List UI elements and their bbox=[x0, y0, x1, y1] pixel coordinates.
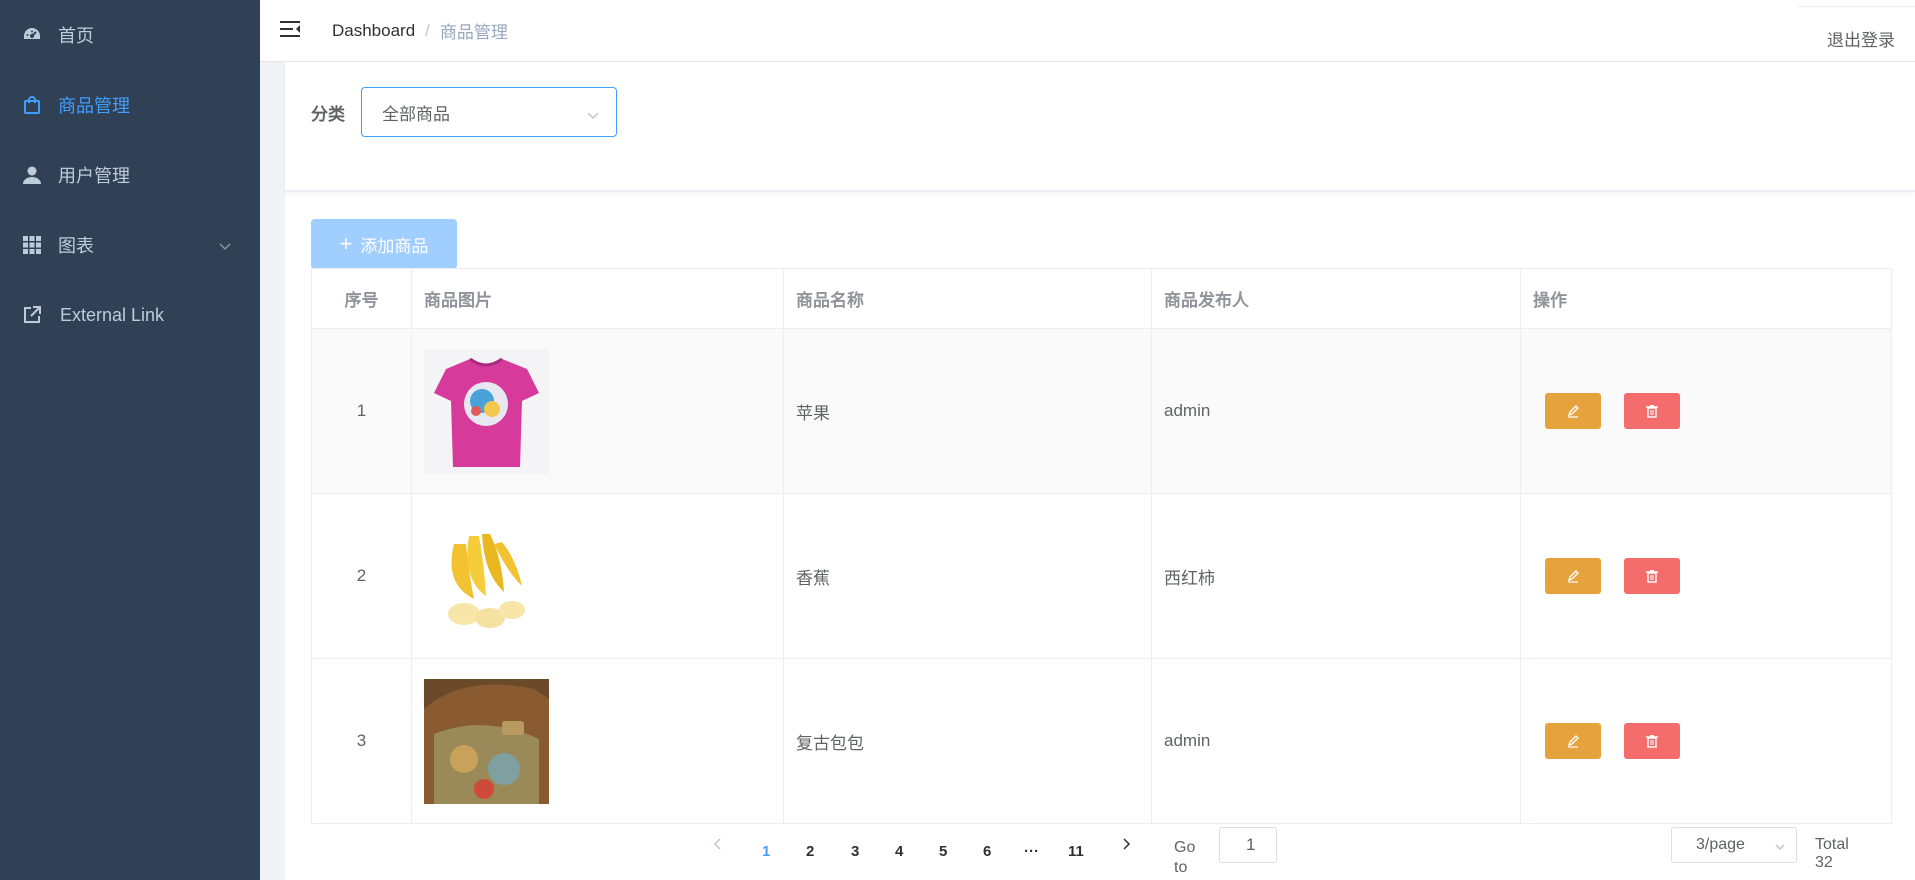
sidebar-item-home[interactable]: 首页 bbox=[0, 0, 260, 70]
edit-button[interactable] bbox=[1545, 558, 1601, 594]
delete-button[interactable] bbox=[1624, 723, 1680, 759]
page-number[interactable]: 5 bbox=[939, 843, 947, 860]
next-page-button[interactable] bbox=[1120, 836, 1132, 857]
sidebar-item-products[interactable]: 商品管理 bbox=[0, 70, 260, 140]
product-image-vintage-bag bbox=[424, 678, 549, 804]
row-image-cell bbox=[411, 328, 784, 494]
trash-icon bbox=[1646, 735, 1658, 748]
edit-icon bbox=[1567, 735, 1579, 748]
row-publisher: admin bbox=[1151, 658, 1521, 824]
row-actions bbox=[1520, 328, 1892, 494]
total-count: Total 32 bbox=[1815, 836, 1849, 871]
row-image-cell bbox=[411, 658, 784, 824]
delete-button[interactable] bbox=[1624, 393, 1680, 429]
row-actions bbox=[1520, 493, 1892, 659]
breadcrumb-dashboard[interactable]: Dashboard bbox=[332, 21, 415, 41]
page-number[interactable]: 3 bbox=[851, 843, 859, 860]
add-product-button[interactable]: + 添加商品 bbox=[311, 219, 457, 269]
breadcrumb-current: 商品管理 bbox=[439, 23, 508, 42]
edit-button[interactable] bbox=[1545, 723, 1601, 759]
product-image-bananas bbox=[424, 513, 549, 639]
main-content: 分类 全部商品 + 添加商品 序号 商品图片 商品名称 商品发布人 操作 1 苹… bbox=[285, 62, 1915, 880]
row-publisher: admin bbox=[1151, 328, 1521, 494]
page-number[interactable]: 6 bbox=[983, 843, 991, 860]
edit-icon bbox=[1567, 405, 1579, 418]
table-row: 2 香蕉 西红柿 bbox=[311, 493, 1892, 659]
trash-icon bbox=[1646, 570, 1658, 583]
sidebar-item-label: 商品管理 bbox=[58, 96, 130, 116]
row-index: 2 bbox=[311, 493, 412, 659]
grid-icon bbox=[22, 235, 42, 255]
goto-page-input[interactable]: 1 bbox=[1219, 827, 1277, 863]
goto-label: Go to bbox=[1174, 839, 1196, 876]
edit-icon bbox=[1567, 570, 1579, 583]
table-header-row: 序号 商品图片 商品名称 商品发布人 操作 bbox=[311, 268, 1892, 329]
row-actions bbox=[1520, 658, 1892, 824]
hamburger-icon[interactable] bbox=[280, 18, 302, 40]
row-image-cell bbox=[411, 493, 784, 659]
chevron-right-icon bbox=[1123, 838, 1131, 850]
plus-icon: + bbox=[339, 231, 353, 256]
sidebar-item-label: 用户管理 bbox=[58, 166, 130, 186]
category-select[interactable]: 全部商品 bbox=[361, 87, 617, 137]
sidebar-item-external-link[interactable]: External Link bbox=[0, 280, 260, 350]
dashboard-icon bbox=[22, 25, 42, 45]
chevron-left-icon bbox=[713, 838, 721, 850]
page-size-value: 3/page bbox=[1696, 836, 1745, 853]
breadcrumb: Dashboard / 商品管理 bbox=[332, 18, 508, 43]
category-label: 分类 bbox=[311, 105, 345, 124]
sidebar-item-users[interactable]: 用户管理 bbox=[0, 140, 260, 210]
column-header-index: 序号 bbox=[311, 268, 412, 329]
chevron-down-icon bbox=[1774, 840, 1786, 858]
trash-icon bbox=[1646, 405, 1658, 418]
breadcrumb-separator: / bbox=[425, 20, 430, 40]
page-number[interactable]: 1 bbox=[762, 843, 770, 860]
product-image-tshirt bbox=[424, 348, 549, 474]
sidebar-item-label: 首页 bbox=[58, 26, 94, 46]
user-icon bbox=[22, 165, 42, 185]
column-header-publisher: 商品发布人 bbox=[1151, 268, 1521, 329]
table-row: 3 复古包包 admin bbox=[311, 658, 1892, 824]
column-header-actions: 操作 bbox=[1520, 268, 1892, 329]
navbar: Dashboard / 商品管理 退出登录 bbox=[260, 0, 1915, 62]
page-number[interactable]: 4 bbox=[895, 843, 903, 860]
add-product-label: 添加商品 bbox=[360, 236, 429, 256]
row-product-name: 苹果 bbox=[783, 328, 1152, 494]
chevron-down-icon bbox=[218, 236, 232, 257]
page-ellipsis[interactable]: ··· bbox=[1024, 843, 1039, 860]
row-index: 3 bbox=[311, 658, 412, 824]
page-number[interactable]: 11 bbox=[1068, 843, 1084, 860]
row-product-name: 复古包包 bbox=[783, 658, 1152, 824]
divider bbox=[1798, 6, 1915, 7]
product-table: 序号 商品图片 商品名称 商品发布人 操作 1 苹果 admin 2 香蕉 西红… bbox=[311, 268, 1892, 824]
filter-card: 分类 全部商品 bbox=[285, 62, 1915, 192]
sidebar-item-label: 图表 bbox=[58, 236, 94, 256]
row-index: 1 bbox=[311, 328, 412, 494]
prev-page-button[interactable] bbox=[712, 836, 724, 857]
column-header-image: 商品图片 bbox=[411, 268, 784, 329]
shopping-bag-icon bbox=[22, 95, 42, 115]
page-size-select[interactable]: 3/page bbox=[1671, 827, 1797, 863]
sidebar-item-label: External Link bbox=[60, 304, 165, 325]
sidebar-item-charts[interactable]: 图表 bbox=[0, 210, 260, 280]
edit-button[interactable] bbox=[1545, 393, 1601, 429]
external-link-icon bbox=[22, 305, 42, 325]
column-header-name: 商品名称 bbox=[783, 268, 1152, 329]
table-row: 1 苹果 admin bbox=[311, 328, 1892, 494]
logout-button[interactable]: 退出登录 bbox=[1827, 26, 1895, 51]
sidebar: 首页 商品管理 用户管理 图表 External Link bbox=[0, 0, 260, 880]
page-number[interactable]: 2 bbox=[806, 843, 814, 860]
chevron-down-icon bbox=[586, 106, 600, 126]
category-select-value: 全部商品 bbox=[382, 104, 450, 124]
delete-button[interactable] bbox=[1624, 558, 1680, 594]
row-publisher: 西红柿 bbox=[1151, 493, 1521, 659]
row-product-name: 香蕉 bbox=[783, 493, 1152, 659]
